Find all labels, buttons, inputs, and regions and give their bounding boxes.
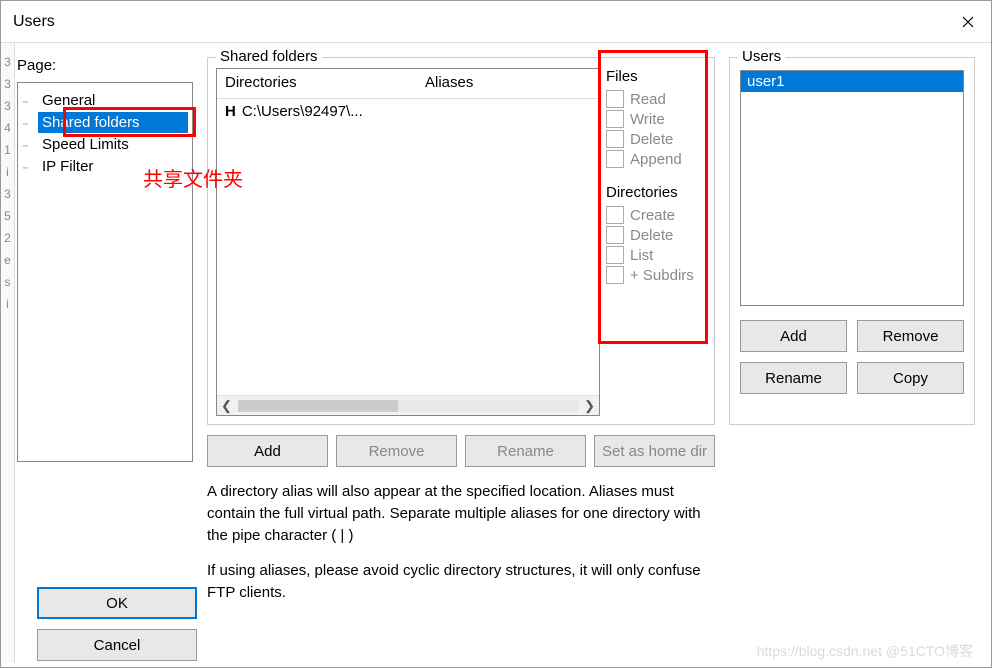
checkbox-icon[interactable] xyxy=(606,90,624,108)
users-group: Users user1 Add Remove Rename Copy xyxy=(729,57,975,425)
scroll-thumb[interactable] xyxy=(238,400,398,412)
folder-add-button[interactable]: Add xyxy=(207,435,328,467)
scroll-track[interactable] xyxy=(238,400,578,412)
permissions-column: Files Read Write Delete Append Directori… xyxy=(606,68,706,416)
window-title: Users xyxy=(13,13,55,31)
user-rename-button[interactable]: Rename xyxy=(740,362,847,394)
hint-cyclic: If using aliases, please avoid cyclic di… xyxy=(207,560,715,604)
shared-folders-group: Shared folders Directories Aliases H C:\… xyxy=(207,57,715,425)
close-button[interactable] xyxy=(945,1,991,43)
perm-delete[interactable]: Delete xyxy=(606,130,706,148)
directory-path: C:\Users\92497\... xyxy=(242,103,363,120)
perm-read[interactable]: Read xyxy=(606,90,706,108)
page-tree[interactable]: General Shared folders Speed Limits IP F… xyxy=(17,82,193,462)
folder-remove-button[interactable]: Remove xyxy=(336,435,457,467)
tree-item-general[interactable]: General xyxy=(38,90,188,111)
checkbox-icon[interactable] xyxy=(606,150,624,168)
users-dialog: Users 33341i352esi Page: General Shared … xyxy=(0,0,992,668)
perm-append[interactable]: Append xyxy=(606,150,706,168)
close-icon xyxy=(962,16,974,28)
perm-dir-delete[interactable]: Delete xyxy=(606,226,706,244)
horizontal-scrollbar[interactable]: ❮ ❯ xyxy=(217,395,599,415)
checkbox-icon[interactable] xyxy=(606,266,624,284)
users-legend: Users xyxy=(738,48,785,65)
users-list[interactable]: user1 xyxy=(740,70,964,306)
user-remove-button[interactable]: Remove xyxy=(857,320,964,352)
user-add-button[interactable]: Add xyxy=(740,320,847,352)
shared-folders-legend: Shared folders xyxy=(216,48,322,65)
tree-item-shared-folders[interactable]: Shared folders xyxy=(38,112,188,133)
checkbox-icon[interactable] xyxy=(606,226,624,244)
perm-write[interactable]: Write xyxy=(606,110,706,128)
directory-row[interactable]: H C:\Users\92497\... xyxy=(217,99,599,124)
scroll-right-icon[interactable]: ❯ xyxy=(584,398,595,414)
watermark: https://blog.csdn.net @51CTO博客 xyxy=(757,641,973,661)
home-marker: H xyxy=(225,103,236,120)
page-label: Page: xyxy=(17,57,193,74)
list-header: Directories Aliases xyxy=(217,69,599,99)
user-copy-button[interactable]: Copy xyxy=(857,362,964,394)
dirs-perm-title: Directories xyxy=(606,184,706,201)
perm-subdirs[interactable]: + Subdirs xyxy=(606,266,706,284)
ok-button[interactable]: OK xyxy=(37,587,197,619)
checkbox-icon[interactable] xyxy=(606,206,624,224)
col-header-aliases[interactable]: Aliases xyxy=(417,69,599,98)
folder-sethome-button[interactable]: Set as home dir xyxy=(594,435,715,467)
annotation-text: 共享文件夹 xyxy=(143,163,243,192)
perm-create[interactable]: Create xyxy=(606,206,706,224)
scroll-left-icon[interactable]: ❮ xyxy=(221,398,232,414)
titlebar: Users xyxy=(1,1,991,43)
perm-list[interactable]: List xyxy=(606,246,706,264)
checkbox-icon[interactable] xyxy=(606,130,624,148)
user-row[interactable]: user1 xyxy=(741,71,963,92)
folder-rename-button[interactable]: Rename xyxy=(465,435,586,467)
hint-alias: A directory alias will also appear at th… xyxy=(207,481,715,546)
checkbox-icon[interactable] xyxy=(606,110,624,128)
cancel-button[interactable]: Cancel xyxy=(37,629,197,661)
col-header-directories[interactable]: Directories xyxy=(217,69,417,98)
tree-item-speed-limits[interactable]: Speed Limits xyxy=(38,134,188,155)
directories-list[interactable]: Directories Aliases H C:\Users\92497\...… xyxy=(216,68,600,416)
checkbox-icon[interactable] xyxy=(606,246,624,264)
files-perm-title: Files xyxy=(606,68,706,85)
